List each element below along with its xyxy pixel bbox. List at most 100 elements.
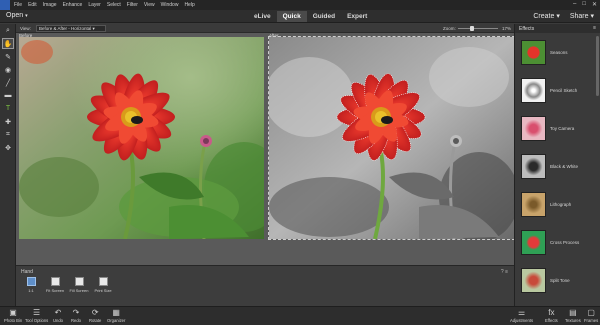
menu-enhance[interactable]: Enhance <box>63 2 83 8</box>
menu-edit[interactable]: Edit <box>28 2 37 8</box>
taskbar-label: Photo Bin <box>4 318 23 323</box>
whiten-teeth-tool-icon[interactable]: ╱ <box>2 77 14 88</box>
option-fit-screen[interactable]: Fit Screen <box>46 277 64 293</box>
panel-menu-icon[interactable]: ≡ <box>593 25 596 31</box>
menu-filter[interactable]: Filter <box>127 2 138 8</box>
straighten-tool-icon[interactable]: ▬ <box>2 90 14 101</box>
effect-seasons[interactable]: Seasons <box>515 33 600 71</box>
menu-bar: File Edit Image Enhance Layer Select Fil… <box>0 0 600 10</box>
taskbar-label: Undo <box>53 318 64 323</box>
textures-icon: ▤ <box>569 308 577 317</box>
tab-elive[interactable]: eLive <box>248 11 277 22</box>
close-icon[interactable]: ✕ <box>592 1 597 8</box>
zoom-tool-icon[interactable]: ⌕ <box>2 25 14 36</box>
tool-options-button[interactable]: ☰ Tool Options <box>25 308 48 323</box>
zoom-slider-track[interactable] <box>458 28 498 29</box>
effect-thumbnail <box>521 191 546 217</box>
tool-options-icon: ☰ <box>33 308 41 317</box>
tab-quick[interactable]: Quick <box>276 11 307 22</box>
textures-button[interactable]: ▤ Textures <box>565 308 581 323</box>
option-fill-screen[interactable]: Fill Screen <box>70 277 88 293</box>
view-select[interactable]: Before & After - Horizontal ▾ <box>36 25 106 32</box>
frames-icon: ▢ <box>587 308 595 317</box>
option-1-1[interactable]: 1:1 <box>22 277 40 293</box>
menu-layer[interactable]: Layer <box>88 2 101 8</box>
taskbar-label: Adjustments <box>510 318 534 323</box>
taskbar-label: Organizer <box>107 318 126 323</box>
menu-view[interactable]: View <box>144 2 155 8</box>
mode-tabs: eLive Quick Guided Expert <box>248 11 373 22</box>
menu-select[interactable]: Select <box>107 2 121 8</box>
tab-expert[interactable]: Expert <box>341 11 373 22</box>
effect-cross-process[interactable]: Cross Process <box>515 223 600 261</box>
effect-lithograph[interactable]: Lithograph <box>515 185 600 223</box>
adjustments-button[interactable]: ⚌ Adjustments <box>510 308 533 323</box>
effects-button[interactable]: fx Effects <box>545 308 558 323</box>
option-print-size[interactable]: Print Size <box>94 277 112 293</box>
option-label: Print Size <box>94 288 112 293</box>
chevron-down-icon: ▾ <box>25 13 28 19</box>
effects-panel: Effects ≡ Seasons Pencil Sketch Toy Came… <box>514 24 600 306</box>
quick-selection-tool-icon[interactable]: ✎ <box>2 51 14 62</box>
minimize-icon[interactable]: – <box>573 1 576 8</box>
rotate-button[interactable]: ⟳ Rotate <box>89 308 101 323</box>
hand-tool-icon[interactable]: ✋ <box>2 38 14 49</box>
taskbar-label: Textures <box>565 318 581 323</box>
menu-image[interactable]: Image <box>43 2 57 8</box>
panel-menu-icon[interactable]: ? ≡ <box>501 269 508 275</box>
photo-bin-icon: ▣ <box>9 308 17 317</box>
one-to-one-icon <box>26 277 36 286</box>
tab-guided[interactable]: Guided <box>307 11 341 22</box>
taskbar-label: Frames <box>584 318 599 323</box>
zoom-slider-knob[interactable] <box>470 26 474 31</box>
effect-black-white[interactable]: Black & White <box>515 147 600 185</box>
before-image[interactable] <box>19 37 264 239</box>
effect-thumbnail <box>521 153 546 179</box>
taskbar-label: Rotate <box>89 318 102 323</box>
effect-label: Split Tone <box>550 277 570 283</box>
photo-bin-button[interactable]: ▣ Photo Bin <box>4 308 22 323</box>
organizer-icon: ▦ <box>112 308 120 317</box>
open-button[interactable]: Open ▾ <box>6 12 28 19</box>
tool-options-title: Hand <box>21 269 33 275</box>
effect-label: Pencil Sketch <box>550 87 578 93</box>
maximize-icon[interactable]: □ <box>582 1 586 8</box>
create-button[interactable]: Create ▾ <box>533 12 559 20</box>
menu-file[interactable]: File <box>14 2 22 8</box>
effect-label: Lithograph <box>550 201 572 207</box>
menu-window[interactable]: Window <box>161 2 179 8</box>
zoom-value[interactable]: 17% <box>502 26 511 31</box>
effect-thumbnail <box>521 77 546 103</box>
spot-healing-tool-icon[interactable]: ✚ <box>2 116 14 127</box>
menu-help[interactable]: Help <box>184 2 194 8</box>
type-tool-icon[interactable]: T <box>2 103 14 114</box>
effect-more[interactable] <box>515 299 600 306</box>
effect-split-tone[interactable]: Split Tone <box>515 261 600 299</box>
effect-pencil-sketch[interactable]: Pencil Sketch <box>515 71 600 109</box>
move-tool-icon[interactable]: ✥ <box>2 142 14 153</box>
effects-scrollbar[interactable] <box>596 36 599 96</box>
organizer-button[interactable]: ▦ Organizer <box>107 308 125 323</box>
rotate-icon: ⟳ <box>91 308 99 317</box>
mode-bar: Open ▾ eLive Quick Guided Expert Create ▾… <box>0 10 600 23</box>
undo-icon: ↶ <box>54 308 62 317</box>
effects-title: Effects <box>519 26 535 32</box>
option-label: Fill Screen <box>69 288 89 293</box>
frames-button[interactable]: ▢ Frames <box>584 308 598 323</box>
effects-list: Seasons Pencil Sketch Toy Camera Black &… <box>515 33 600 306</box>
effect-thumbnail <box>521 229 546 255</box>
undo-button[interactable]: ↶ Undo <box>53 308 63 323</box>
adjustments-icon: ⚌ <box>517 308 526 317</box>
crop-tool-icon[interactable]: ⌗ <box>2 129 14 140</box>
effect-toy-camera[interactable]: Toy Camera <box>515 109 600 147</box>
effect-thumbnail <box>521 39 546 65</box>
effect-label: Seasons <box>550 49 568 55</box>
share-button[interactable]: Share ▾ <box>570 12 594 20</box>
task-bar: ▣ Photo Bin ☰ Tool Options ↶ Undo ↷ Redo… <box>0 306 600 325</box>
effect-thumbnail <box>521 115 546 141</box>
taskbar-label: Redo <box>71 318 82 323</box>
effects-header: Effects ≡ <box>515 24 600 33</box>
red-eye-tool-icon[interactable]: ◉ <box>2 64 14 75</box>
after-image[interactable] <box>268 36 515 240</box>
redo-button[interactable]: ↷ Redo <box>71 308 81 323</box>
